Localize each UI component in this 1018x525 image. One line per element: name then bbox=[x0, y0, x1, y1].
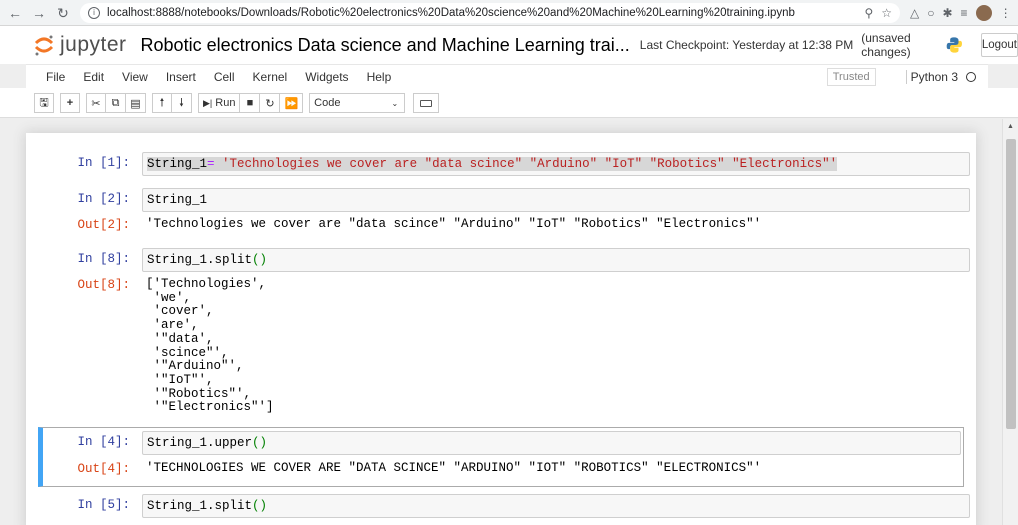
code-call: String_1.upper bbox=[147, 436, 253, 450]
in-prompt: In [4]: bbox=[77, 435, 130, 449]
info-icon[interactable]: i bbox=[88, 6, 100, 19]
jupyter-logo[interactable]: jupyter bbox=[34, 33, 127, 57]
keyboard-icon bbox=[420, 99, 433, 107]
scroll-up-icon[interactable]: ▲ bbox=[1007, 123, 1014, 130]
cell-input[interactable]: String_1.upper() bbox=[142, 431, 961, 455]
in-prompt: In [5]: bbox=[77, 498, 130, 512]
extension-circle-icon[interactable]: ○ bbox=[927, 6, 934, 20]
save-icon[interactable]: 🖫 bbox=[34, 93, 54, 113]
jupyter-logo-text: jupyter bbox=[60, 33, 127, 56]
extensions-puzzle-icon[interactable]: ✱ bbox=[942, 6, 952, 20]
extension-warning-icon[interactable]: △ bbox=[910, 6, 919, 20]
address-bar[interactable]: i localhost:8888/notebooks/Downloads/Rob… bbox=[80, 2, 900, 23]
notebook-page: In [1]: String_1= 'Technologies we cover… bbox=[26, 133, 976, 525]
bookmark-star-icon[interactable]: ☆ bbox=[881, 6, 892, 20]
menu-cell[interactable]: Cell bbox=[214, 70, 235, 84]
cell-output: ['Technologies', 'we', 'cover', 'are', '… bbox=[146, 277, 274, 415]
zoom-icon[interactable]: ⚲ bbox=[864, 6, 873, 20]
unsaved-status: (unsaved changes) bbox=[861, 31, 911, 59]
checkpoint-status: Last Checkpoint: Yesterday at 12:38 PM bbox=[639, 38, 854, 52]
code-cell-5[interactable]: In [5]: String_1.split() bbox=[38, 491, 970, 523]
python-logo-icon bbox=[946, 37, 963, 53]
move-up-icon[interactable]: 🠕 bbox=[152, 93, 172, 113]
code-cell-2[interactable]: In [2]: String_1 Out[2]: 'Technologies w… bbox=[38, 185, 970, 235]
code-cell-1[interactable]: In [1]: String_1= 'Technologies we cover… bbox=[38, 149, 970, 181]
browser-menu-icon[interactable]: ⋮ bbox=[1000, 6, 1012, 20]
scroll-thumb[interactable] bbox=[1006, 139, 1016, 429]
forward-arrow-icon[interactable]: → bbox=[30, 4, 48, 22]
profile-avatar[interactable] bbox=[975, 4, 992, 21]
move-down-icon[interactable]: 🠗 bbox=[172, 93, 192, 113]
paste-icon[interactable]: ▤ bbox=[126, 93, 146, 113]
interrupt-icon[interactable]: ■ bbox=[240, 93, 261, 113]
code-variable: String_1 bbox=[147, 157, 208, 171]
cut-icon[interactable]: ✂ bbox=[86, 93, 106, 113]
cell-output: 'Technologies we cover are "data scince"… bbox=[146, 217, 762, 231]
insert-cell-icon[interactable]: + bbox=[60, 93, 80, 113]
run-icon: ▶| bbox=[203, 97, 213, 108]
reload-icon[interactable]: ↻ bbox=[54, 4, 72, 22]
code-parens: () bbox=[252, 253, 268, 267]
cell-input[interactable]: String_1 bbox=[142, 188, 970, 212]
in-prompt: In [8]: bbox=[77, 252, 130, 266]
code-cell-3[interactable]: In [8]: String_1.split() Out[8]: ['Techn… bbox=[38, 245, 970, 421]
page-scrollbar[interactable]: ▲ bbox=[1002, 119, 1018, 525]
restart-icon[interactable]: ↻ bbox=[260, 93, 281, 113]
cell-input[interactable]: String_1.split() bbox=[142, 494, 970, 518]
code-parens: () bbox=[252, 499, 268, 513]
back-arrow-icon[interactable]: ← bbox=[6, 4, 24, 22]
kernel-name: Python 3 bbox=[905, 69, 958, 84]
notebook-toolbar: 🖫 + ✂ ⧉ ▤ 🠕 🠗 ▶| Run ■ ↻ ⏩ Code ⌄ bbox=[0, 88, 1018, 118]
command-palette-button[interactable] bbox=[413, 93, 440, 113]
run-button[interactable]: ▶| Run bbox=[198, 93, 241, 113]
menu-help[interactable]: Help bbox=[367, 70, 392, 84]
jupyter-header: jupyter Robotic electronics Data science… bbox=[0, 26, 1018, 64]
menu-file[interactable]: File bbox=[46, 70, 65, 84]
code-cell-4[interactable]: In [4]: String_1.upper() Out[4]: 'TECHNO… bbox=[38, 427, 964, 487]
notebook-title[interactable]: Robotic electronics Data science and Mac… bbox=[141, 35, 630, 56]
menubar: File Edit View Insert Cell Kernel Widget… bbox=[26, 64, 988, 88]
menu-view[interactable]: View bbox=[122, 70, 148, 84]
reading-list-icon[interactable]: ≡ bbox=[961, 6, 968, 20]
run-label: Run bbox=[215, 97, 236, 109]
chevron-down-icon: ⌄ bbox=[391, 98, 399, 108]
menu-edit[interactable]: Edit bbox=[83, 70, 104, 84]
code-call: String_1.split bbox=[147, 499, 253, 513]
cell-input[interactable]: String_1.split() bbox=[142, 248, 970, 272]
out-prompt: Out[8]: bbox=[77, 278, 130, 292]
code-parens: () bbox=[252, 436, 268, 450]
jupyter-logo-icon bbox=[34, 35, 54, 56]
code-operator: = bbox=[207, 157, 215, 171]
out-prompt: Out[4]: bbox=[77, 462, 130, 476]
cell-output: 'TECHNOLOGIES WE COVER ARE "DATA SCINCE"… bbox=[146, 461, 762, 475]
menu-kernel[interactable]: Kernel bbox=[253, 70, 288, 84]
in-prompt: In [1]: bbox=[77, 156, 130, 170]
browser-toolbar: ← → ↻ i localhost:8888/notebooks/Downloa… bbox=[0, 0, 1018, 26]
in-prompt: In [2]: bbox=[77, 192, 130, 206]
out-prompt: Out[2]: bbox=[77, 218, 130, 232]
cell-input[interactable]: String_1= 'Technologies we cover are "da… bbox=[142, 152, 970, 176]
copy-icon[interactable]: ⧉ bbox=[106, 93, 126, 113]
trusted-indicator[interactable]: Trusted bbox=[826, 67, 876, 86]
menu-widgets[interactable]: Widgets bbox=[305, 70, 348, 84]
kernel-idle-icon bbox=[966, 71, 976, 82]
code-call: String_1.split bbox=[147, 253, 253, 267]
url-text: localhost:8888/notebooks/Downloads/Robot… bbox=[107, 6, 795, 19]
code-string: 'Technologies we cover are "data scince"… bbox=[214, 157, 838, 171]
logout-button[interactable]: Logout bbox=[980, 33, 1018, 57]
notebook-area: In [1]: String_1= 'Technologies we cover… bbox=[0, 119, 1002, 525]
menu-insert[interactable]: Insert bbox=[166, 70, 196, 84]
restart-run-all-icon[interactable]: ⏩ bbox=[280, 93, 304, 113]
cell-type-select[interactable]: Code ⌄ bbox=[309, 93, 406, 113]
cell-type-value: Code bbox=[314, 97, 341, 109]
